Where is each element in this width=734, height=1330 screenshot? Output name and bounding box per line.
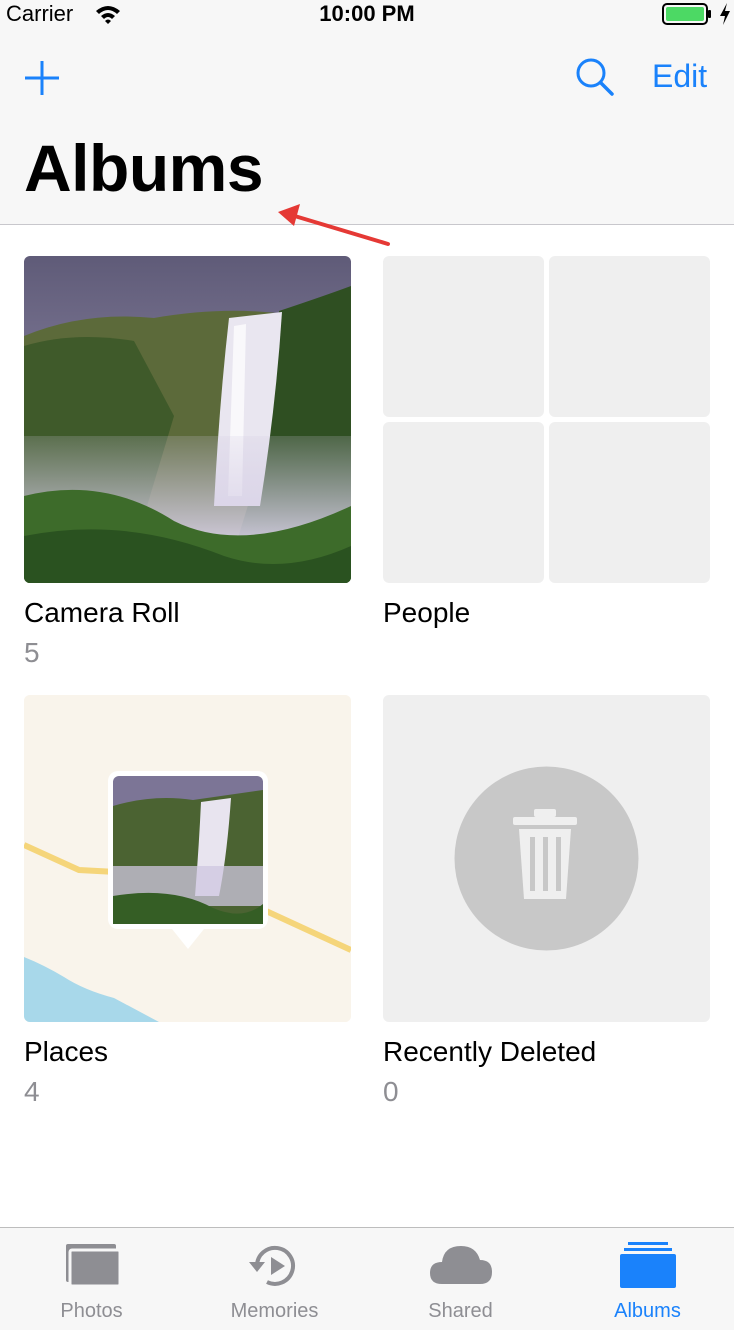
album-people[interactable]: People xyxy=(383,256,710,629)
memories-icon xyxy=(248,1245,295,1286)
page-title: Albums xyxy=(24,131,264,205)
clock: 10:00 PM xyxy=(319,1,415,26)
album-name: People xyxy=(383,597,471,628)
trash-icon xyxy=(454,766,639,951)
tab-label: Photos xyxy=(60,1300,123,1322)
recently-deleted-thumbnail[interactable] xyxy=(383,695,710,1022)
map-icon xyxy=(24,695,351,1022)
nav-bar: Edit Albums xyxy=(0,30,734,246)
add-album-button[interactable] xyxy=(22,58,62,98)
album-recently-deleted[interactable]: Recently Deleted 0 xyxy=(383,695,710,1108)
tab-memories[interactable]: Memories xyxy=(183,1228,366,1330)
edit-button[interactable]: Edit xyxy=(652,58,707,95)
people-placeholder xyxy=(383,256,544,417)
tab-label: Albums xyxy=(614,1300,681,1322)
cloud-icon xyxy=(429,1246,492,1284)
tab-label: Shared xyxy=(428,1300,493,1322)
battery-icon xyxy=(662,3,711,25)
tab-photos[interactable]: Photos xyxy=(0,1228,183,1330)
album-camera-roll[interactable]: Camera Roll 5 xyxy=(24,256,351,669)
album-places[interactable]: Places 4 xyxy=(24,695,351,1108)
waterfall-photo xyxy=(24,256,351,583)
album-count: 0 xyxy=(383,1076,399,1107)
tab-label: Memories xyxy=(230,1300,319,1322)
tab-bar: Photos Memories Shared Albums xyxy=(0,1227,734,1330)
people-thumbnail[interactable] xyxy=(383,256,710,583)
camera-roll-thumbnail[interactable] xyxy=(24,256,351,583)
status-bar: Carrier 10:00 PM xyxy=(0,0,734,30)
album-count: 5 xyxy=(24,637,40,668)
people-placeholder xyxy=(383,422,544,583)
people-placeholder xyxy=(549,422,710,583)
album-name: Camera Roll xyxy=(24,597,180,628)
photos-icon xyxy=(65,1244,121,1288)
album-name: Recently Deleted xyxy=(383,1036,597,1067)
annotation-arrow xyxy=(278,204,390,246)
tab-albums[interactable]: Albums xyxy=(556,1228,734,1330)
places-thumbnail[interactable] xyxy=(24,695,351,1022)
search-icon[interactable] xyxy=(574,56,616,98)
people-placeholder xyxy=(549,256,710,417)
tab-shared[interactable]: Shared xyxy=(369,1228,552,1330)
charging-icon xyxy=(720,3,730,25)
albums-icon xyxy=(619,1242,676,1288)
album-name: Places xyxy=(24,1036,109,1067)
album-count: 4 xyxy=(24,1076,40,1107)
